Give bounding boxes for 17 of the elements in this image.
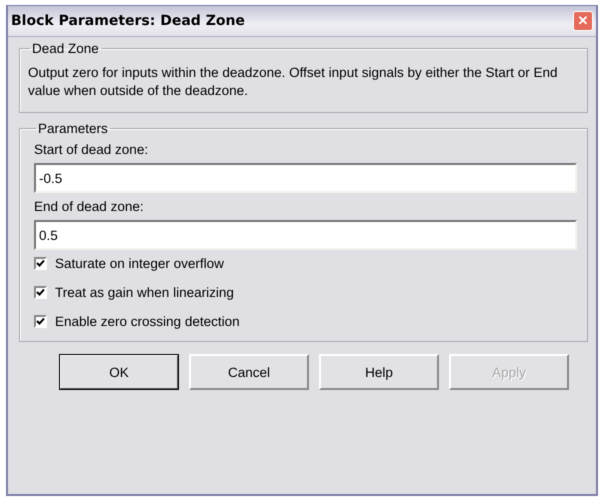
checkbox[interactable]: [34, 257, 47, 270]
checkbox[interactable]: [34, 315, 47, 328]
checkbox-label: Saturate on integer overflow: [55, 256, 224, 271]
input-field[interactable]: -0.5: [34, 163, 577, 193]
description-text: Output zero for inputs within the deadzone. Offset input signals by either the Start or End value when outside of the deadzone.: [28, 64, 559, 100]
group-title: Dead Zone: [31, 41, 100, 56]
checkbox-label: Treat as gain when linearizing: [55, 285, 234, 300]
dialog-button[interactable]: Cancel: [189, 354, 309, 390]
group-title: Parameters: [37, 121, 109, 136]
dialog-button[interactable]: Help: [319, 354, 439, 390]
field-label: End of dead zone:: [34, 199, 145, 214]
input-field[interactable]: 0.5: [34, 220, 577, 250]
dialog-button[interactable]: OK: [59, 354, 179, 390]
checkbox[interactable]: [34, 286, 47, 299]
field-label: Start of dead zone:: [34, 142, 150, 157]
checkbox-label: Enable zero crossing detection: [55, 314, 240, 329]
window-title: Block Parameters: Dead Zone: [11, 13, 245, 29]
